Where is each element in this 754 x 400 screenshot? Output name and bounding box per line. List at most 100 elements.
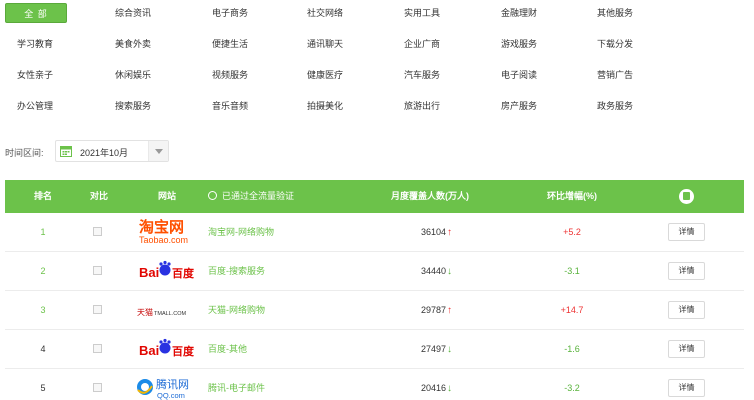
table-header: 排名 对比 网站 已通过全流量验证 月度覆盖人数(万人) 环比增幅(%) <box>5 180 744 213</box>
svg-text:天猫: 天猫 <box>137 307 153 317</box>
table-row: 1 淘宝网 Taobao.com 淘宝网-网络购物 36104 ↑ +5.2 详情 <box>5 213 744 252</box>
detail-cell: 详情 <box>668 252 705 291</box>
site-logo[interactable]: Bai 百度 <box>135 252 199 291</box>
compare-checkbox[interactable] <box>93 330 105 369</box>
change-percent: -3.1 <box>564 266 580 276</box>
checkbox[interactable] <box>93 266 102 275</box>
arrow-up-icon: ↑ <box>447 305 452 316</box>
category-item[interactable]: 通讯聊天 <box>307 34 343 54</box>
category-item[interactable]: 健康医疗 <box>307 65 343 85</box>
detail-cell: 详情 <box>668 213 705 252</box>
qq-logo: 腾讯网QQ.com <box>137 377 189 400</box>
site-logo[interactable]: 天猫 TMALL.COM <box>135 291 199 330</box>
category-item[interactable]: 房产服务 <box>501 96 537 116</box>
rank: 3 <box>40 305 46 315</box>
site-name-link[interactable]: 淘宝网-网络购物 <box>208 213 328 252</box>
arrow-down-icon: ↓ <box>447 266 452 277</box>
site-logo[interactable]: 淘宝网 Taobao.com <box>135 213 199 252</box>
monthly-users: 36104 <box>420 227 446 237</box>
category-item[interactable]: 综合资讯 <box>115 3 151 23</box>
category-item[interactable]: 旅游出行 <box>404 96 440 116</box>
share-icon[interactable] <box>679 189 694 204</box>
table-row: 5 腾讯网 QQ.com 腾讯-电子邮件 20416 ↓ -3.2 详情 <box>5 369 744 400</box>
category-item[interactable]: 营销广告 <box>597 65 633 85</box>
compare-checkbox[interactable] <box>93 213 105 252</box>
category-item[interactable]: 搜索服务 <box>115 96 151 116</box>
change-percent: -3.2 <box>564 383 580 393</box>
rank: 2 <box>40 266 46 276</box>
detail-button[interactable]: 详情 <box>668 262 705 280</box>
verified-label: 已通过全流量验证 <box>222 191 295 201</box>
header-site: 网站 <box>157 191 176 201</box>
svg-text:Bai: Bai <box>139 343 159 358</box>
category-item[interactable]: 视频服务 <box>212 65 248 85</box>
category-item[interactable]: 电子商务 <box>212 3 248 23</box>
site-name-link[interactable]: 天猫-网络购物 <box>208 291 328 330</box>
header-compare: 对比 <box>89 191 108 201</box>
category-item[interactable]: 金融理财 <box>501 3 537 23</box>
monthly-users: 20416 <box>420 383 446 393</box>
svg-text:Bai: Bai <box>139 265 159 280</box>
detail-button[interactable]: 详情 <box>668 379 705 397</box>
category-item[interactable]: 下载分发 <box>597 34 633 54</box>
site-name-link[interactable]: 百度-其他 <box>208 330 328 369</box>
compare-checkbox[interactable] <box>93 369 105 400</box>
detail-cell: 详情 <box>668 291 705 330</box>
rank: 4 <box>40 344 46 354</box>
category-item[interactable]: 便捷生活 <box>212 34 248 54</box>
category-item[interactable]: 汽车服务 <box>404 65 440 85</box>
header-change: 环比增幅(%) <box>547 191 597 201</box>
category-item[interactable]: 休闲娱乐 <box>115 65 151 85</box>
category-item[interactable]: 拍摄美化 <box>307 96 343 116</box>
arrow-up-icon: ↑ <box>447 227 452 238</box>
change-percent: +5.2 <box>563 227 581 237</box>
category-item[interactable]: 社交网络 <box>307 3 343 23</box>
category-item[interactable]: 学习教育 <box>17 34 53 54</box>
svg-text:Taobao.com: Taobao.com <box>139 235 188 245</box>
ranking-table: 排名 对比 网站 已通过全流量验证 月度覆盖人数(万人) 环比增幅(%) 1 淘宝… <box>5 180 744 400</box>
detail-button[interactable]: 详情 <box>668 223 705 241</box>
month-value: 2021年10月 <box>80 148 129 158</box>
category-item[interactable]: 美食外卖 <box>115 34 151 54</box>
svg-text:TMALL.COM: TMALL.COM <box>154 311 187 317</box>
category-item[interactable]: 电子阅读 <box>501 65 537 85</box>
checkbox[interactable] <box>93 305 102 314</box>
rank: 5 <box>40 383 46 393</box>
category-item[interactable]: 其他服务 <box>597 3 633 23</box>
svg-text:腾讯网: 腾讯网 <box>156 377 189 391</box>
category-item[interactable]: 实用工具 <box>404 3 440 23</box>
table-row: 4 Bai 百度 百度-其他 27497 ↓ -1.6 详情 <box>5 330 744 369</box>
tmall-logo: 天猫 TMALL.COM <box>137 307 187 317</box>
category-item[interactable]: 办公管理 <box>17 96 53 116</box>
site-logo[interactable]: Bai 百度 <box>135 330 199 369</box>
site-name-link[interactable]: 百度-搜索服务 <box>208 252 328 291</box>
table-row: 3 天猫 TMALL.COM 天猫-网络购物 29787 ↑ +14.7 详情 <box>5 291 744 330</box>
site-logo[interactable]: 腾讯网 QQ.com <box>135 369 199 400</box>
svg-text:百度: 百度 <box>172 344 195 358</box>
site-name-link[interactable]: 腾讯-电子邮件 <box>208 369 328 400</box>
checkbox[interactable] <box>93 344 102 353</box>
table-body: 1 淘宝网 Taobao.com 淘宝网-网络购物 36104 ↑ +5.2 详情 2 Bai 百度… <box>5 213 744 400</box>
monthly-users: 34440 <box>420 266 446 276</box>
checkbox[interactable] <box>93 227 102 236</box>
category-item[interactable]: 企业广商 <box>404 34 440 54</box>
svg-text:百度: 百度 <box>172 266 195 280</box>
detail-button[interactable]: 详情 <box>668 340 705 358</box>
calendar-icon <box>60 146 72 157</box>
arrow-down-icon: ↓ <box>447 383 452 394</box>
category-item[interactable]: 女性亲子 <box>17 65 53 85</box>
checkbox[interactable] <box>93 383 102 392</box>
month-picker[interactable]: 2021年10月 <box>55 140 169 162</box>
compare-checkbox[interactable] <box>93 291 105 330</box>
compare-checkbox[interactable] <box>93 252 105 291</box>
detail-button[interactable]: 详情 <box>668 301 705 319</box>
category-all[interactable]: 全 部 <box>5 3 67 23</box>
category-item[interactable]: 游戏服务 <box>501 34 537 54</box>
category-item[interactable]: 音乐音频 <box>212 96 248 116</box>
baidu-logo: Bai 百度 <box>139 338 195 358</box>
change-percent: +14.7 <box>560 305 584 315</box>
detail-cell: 详情 <box>668 369 705 400</box>
arrow-down-icon: ↓ <box>447 344 452 355</box>
chevron-down-icon[interactable] <box>148 141 168 161</box>
category-item[interactable]: 政务服务 <box>597 96 633 116</box>
